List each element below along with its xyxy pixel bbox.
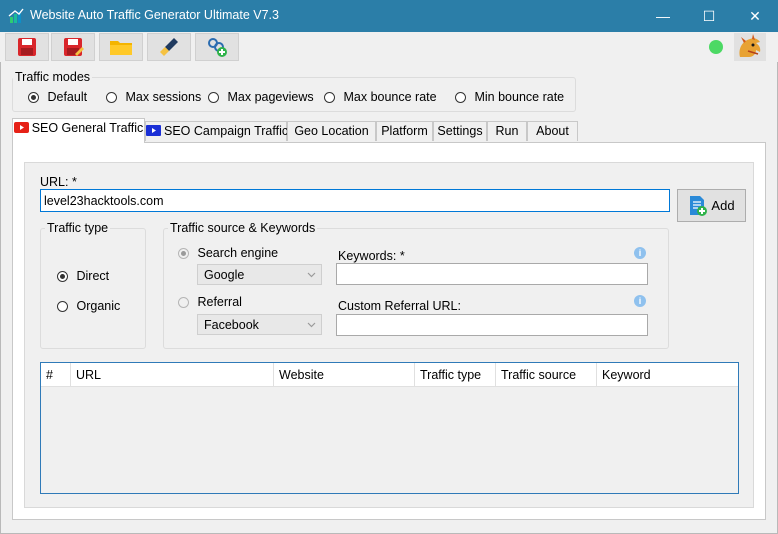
toolbar [0,32,778,62]
mode-min-bounce-rate[interactable]: Min bounce rate [455,90,564,104]
clean-button[interactable] [147,33,191,61]
url-input[interactable] [40,189,670,212]
chevron-down-icon [307,272,316,278]
column-header-website[interactable]: Website [274,363,415,387]
mode-max-sessions-label: Max sessions [125,90,202,104]
traffic-type-organic-label: Organic [76,299,121,313]
source-referral[interactable]: Referral [178,295,242,309]
tab-seo-general-traffic-label: SEO General Traffic [31,121,144,135]
mode-default-radio[interactable] [28,92,39,104]
tab-seo-general-traffic[interactable]: SEO General Traffic [12,118,145,143]
title-bar: Website Auto Traffic Generator Ultimate … [0,0,778,32]
mode-max-pageviews-radio[interactable] [208,92,219,104]
dragon-logo-icon [739,34,761,57]
save-as-button[interactable] [51,33,95,61]
app-logo-icon [8,8,24,23]
search-engine-radio[interactable] [178,248,189,260]
traffic-type-direct-label: Direct [76,269,110,283]
column-header-url[interactable]: URL [71,363,274,387]
tab-about[interactable]: About [527,121,578,141]
traffic-type-group: Traffic type [40,221,146,349]
chevron-down-icon [307,322,316,328]
mode-min-bounce-rate-radio[interactable] [455,92,466,104]
mode-min-bounce-rate-label: Min bounce rate [474,90,565,104]
add-document-icon [690,195,708,216]
traffic-table[interactable]: # URL Website Traffic type Traffic sourc… [40,362,739,494]
keywords-label: Keywords: * [338,249,405,263]
add-button[interactable]: Add [677,189,746,222]
open-folder-button[interactable] [99,33,143,61]
save-button[interactable] [5,33,49,61]
tab-about-label: About [536,124,569,138]
window-title: Website Auto Traffic Generator Ultimate … [30,8,279,22]
referral-label: Referral [197,295,242,309]
source-search-engine[interactable]: Search engine [178,246,278,260]
column-header-traffic-source[interactable]: Traffic source [496,363,597,387]
tab-geo-location-label: Geo Location [294,124,369,138]
network-add-button[interactable] [195,33,239,61]
add-button-label: Add [711,198,735,213]
tab-geo-location[interactable]: Geo Location [287,121,376,141]
column-header-keyword[interactable]: Keyword [597,363,738,387]
tab-seo-campaign-traffic[interactable]: SEO Campaign Traffic [145,121,289,141]
status-indicator [709,40,723,54]
tab-settings-label: Settings [437,124,483,138]
tab-run-label: Run [495,124,519,138]
mode-max-bounce-rate-label: Max bounce rate [343,90,437,104]
mode-max-pageviews-label: Max pageviews [227,90,314,104]
search-engine-label: Search engine [197,246,279,260]
traffic-type-direct[interactable]: Direct [57,269,109,283]
mode-max-pageviews[interactable]: Max pageviews [208,90,314,104]
minimize-button[interactable]: — [640,0,686,32]
traffic-type-organic[interactable]: Organic [57,299,120,313]
dragon-logo-button[interactable] [734,33,766,61]
keywords-info-icon[interactable]: i [634,247,646,259]
mode-max-sessions[interactable]: Max sessions [106,90,201,104]
keywords-input[interactable] [336,263,648,285]
table-header: # URL Website Traffic type Traffic sourc… [41,363,738,387]
mode-default[interactable]: Default [28,90,87,104]
column-header-traffic-type[interactable]: Traffic type [415,363,496,387]
play-blue-icon [146,125,161,137]
save-as-icon [64,38,84,56]
search-engine-select[interactable]: Google [197,264,322,285]
youtube-red-icon [13,122,29,134]
tab-platform[interactable]: Platform [376,121,433,141]
column-header-index[interactable]: # [41,363,71,387]
custom-referral-info-icon[interactable]: i [634,295,646,307]
referral-value: Facebook [204,318,259,332]
tab-seo-campaign-traffic-label: SEO Campaign Traffic [164,124,289,138]
close-button[interactable]: ✕ [732,0,778,32]
mode-default-label: Default [47,90,88,104]
mode-max-bounce-rate[interactable]: Max bounce rate [324,90,437,104]
maximize-button[interactable]: ☐ [686,0,732,32]
open-folder-icon [110,41,132,55]
mode-max-sessions-radio[interactable] [106,92,117,104]
tab-run[interactable]: Run [487,121,527,141]
traffic-source-legend: Traffic source & Keywords [170,221,316,235]
mode-max-bounce-rate-radio[interactable] [324,92,335,104]
referral-select[interactable]: Facebook [197,314,322,335]
tab-platform-label: Platform [381,124,428,138]
save-icon [18,38,36,56]
custom-referral-input[interactable] [336,314,648,336]
traffic-type-organic-radio[interactable] [57,301,68,313]
traffic-type-legend: Traffic type [47,221,109,235]
referral-radio[interactable] [178,297,189,309]
custom-referral-label: Custom Referral URL: [338,299,461,313]
url-label: URL: * [40,175,77,189]
network-add-icon [208,38,227,57]
tab-settings[interactable]: Settings [433,121,487,141]
clean-brush-icon [160,38,178,56]
search-engine-value: Google [204,268,245,282]
traffic-modes-legend: Traffic modes [15,70,91,84]
traffic-type-direct-radio[interactable] [57,271,68,283]
